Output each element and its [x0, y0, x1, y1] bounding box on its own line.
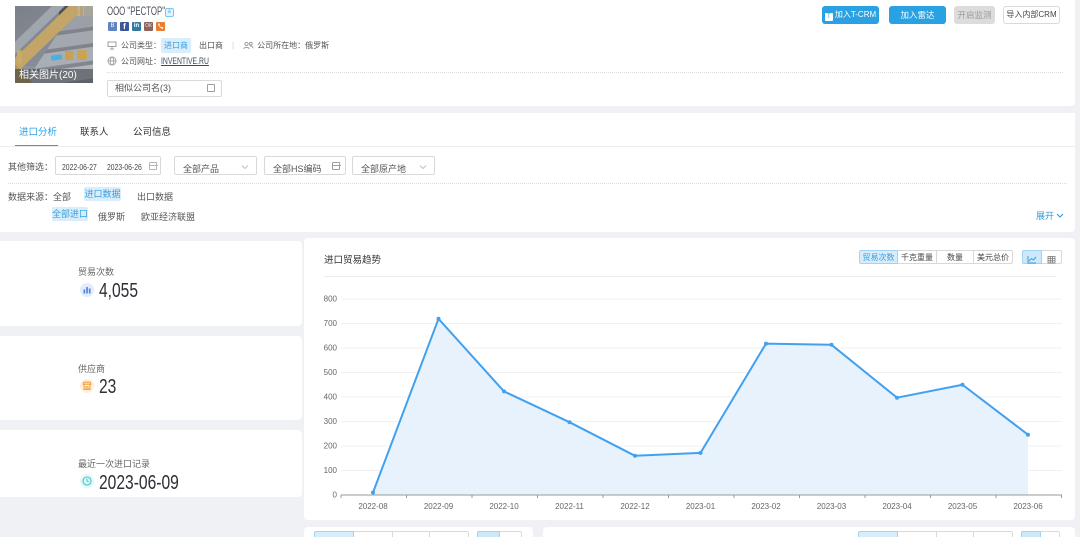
svg-text:400: 400 — [324, 393, 338, 402]
svg-text:2023-04: 2023-04 — [882, 502, 912, 511]
svg-text:600: 600 — [324, 344, 338, 353]
svg-text:300: 300 — [324, 417, 338, 426]
svg-text:2023-02: 2023-02 — [751, 502, 781, 511]
svg-text:2023-06: 2023-06 — [1013, 502, 1043, 511]
svg-text:500: 500 — [324, 368, 338, 377]
svg-text:2023-05: 2023-05 — [948, 502, 978, 511]
svg-text:800: 800 — [324, 295, 338, 304]
svg-text:2023-03: 2023-03 — [817, 502, 847, 511]
svg-text:2022-12: 2022-12 — [620, 502, 650, 511]
svg-text:2022-10: 2022-10 — [489, 502, 519, 511]
svg-text:700: 700 — [324, 319, 338, 328]
svg-text:2022-08: 2022-08 — [358, 502, 388, 511]
svg-text:100: 100 — [324, 466, 338, 475]
svg-text:200: 200 — [324, 442, 338, 451]
svg-text:2022-09: 2022-09 — [424, 502, 454, 511]
svg-text:2022-11: 2022-11 — [555, 502, 584, 511]
svg-text:2023-01: 2023-01 — [686, 502, 716, 511]
svg-text:0: 0 — [333, 491, 338, 500]
